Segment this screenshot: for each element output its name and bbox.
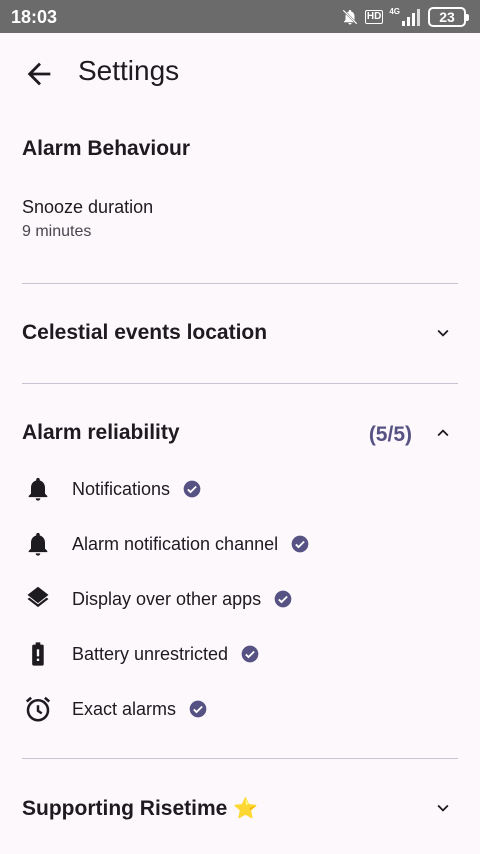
snooze-duration-value: 9 minutes <box>22 223 92 240</box>
status-time: 18:03 <box>11 7 58 27</box>
section-header-celestial-events: Celestial events location <box>22 321 268 344</box>
snooze-duration-title: Snooze duration <box>22 197 154 217</box>
check-circle-icon <box>241 645 259 663</box>
check-circle-icon <box>291 535 309 553</box>
section-header-alarm-reliability: Alarm reliability <box>22 421 180 444</box>
check-circle-icon <box>183 480 201 498</box>
reliability-count: (5/5) <box>368 423 412 446</box>
page-title: Settings <box>78 55 180 86</box>
battery-alert-icon <box>22 638 54 670</box>
reliability-item-label: Battery unrestricted <box>72 643 229 664</box>
supporting-title-text: Supporting Risetime <box>22 797 228 820</box>
layers-icon <box>22 583 54 615</box>
chevron-down-icon[interactable] <box>432 797 454 819</box>
reliability-item-exact-alarms[interactable]: Exact alarms <box>22 691 462 727</box>
back-arrow-icon[interactable] <box>22 57 56 91</box>
reliability-item-battery-unrestricted[interactable]: Battery unrestricted <box>22 636 462 672</box>
divider <box>22 383 458 384</box>
chevron-up-icon[interactable] <box>432 422 454 444</box>
battery-indicator: 23 <box>428 7 469 27</box>
divider <box>22 758 458 759</box>
reliability-item-label: Display over other apps <box>72 588 262 609</box>
reliability-item-display-over-other-apps[interactable]: Display over other apps <box>22 581 462 617</box>
bell-icon <box>22 473 54 505</box>
section-header-supporting-risetime: Supporting Risetime ⭐ <box>22 796 258 821</box>
check-circle-icon <box>189 700 207 718</box>
reliability-item-alarm-notification-channel[interactable]: Alarm notification channel <box>22 526 462 562</box>
star-icon: ⭐ <box>233 798 259 820</box>
check-circle-icon <box>274 590 292 608</box>
divider <box>22 283 458 284</box>
status-icons: HD 4G 23 <box>341 5 469 29</box>
bell-icon <box>22 528 54 560</box>
reliability-item-label: Alarm notification channel <box>72 533 279 554</box>
notifications-off-icon <box>342 9 358 25</box>
hd-badge: HD <box>364 10 384 24</box>
chevron-down-icon[interactable] <box>432 322 454 344</box>
signal-icon <box>402 9 420 26</box>
status-bar: 18:03 HD 4G 23 <box>0 0 480 33</box>
alarm-clock-icon <box>22 693 54 725</box>
section-header-alarm-behaviour: Alarm Behaviour <box>22 137 191 160</box>
reliability-item-notifications[interactable]: Notifications <box>22 471 462 507</box>
app-bar: Settings <box>0 33 480 113</box>
reliability-item-label: Notifications <box>72 478 171 499</box>
network-type: 4G <box>389 6 400 16</box>
reliability-item-label: Exact alarms <box>72 698 177 719</box>
